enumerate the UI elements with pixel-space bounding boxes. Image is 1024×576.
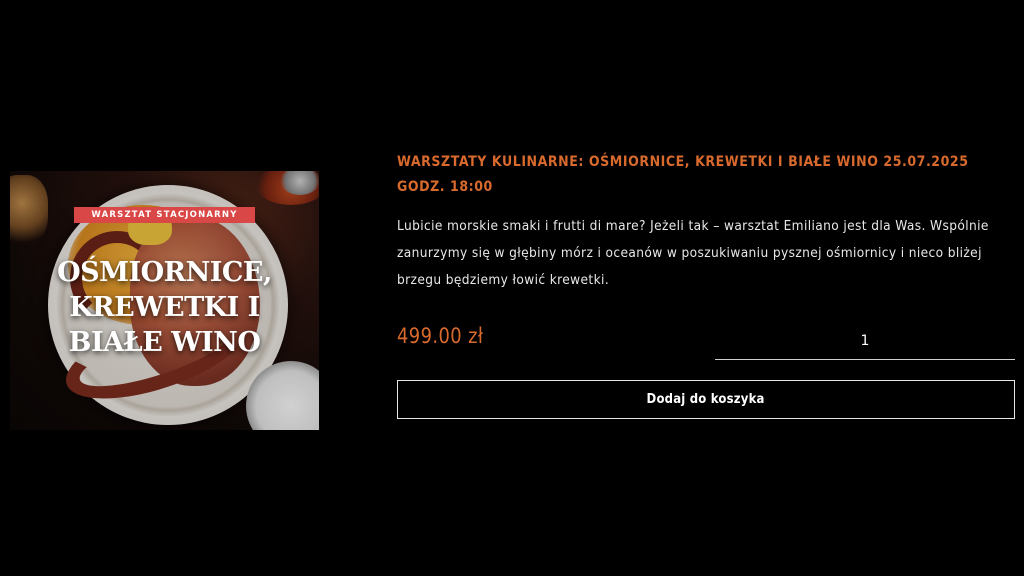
add-to-cart-label: Dodaj do koszyka: [646, 392, 766, 407]
product-description: Lubicie morskie smaki i frutti di mare? …: [397, 219, 989, 288]
product-price: 499.00 zł: [397, 324, 484, 348]
product-details: WARSZTATY KULINARNE: OŚMIORNICE, KREWETK…: [397, 150, 1015, 294]
quantity-input[interactable]: [715, 322, 1015, 360]
image-title-line: OŚMIORNICE,: [57, 257, 272, 288]
price-quantity-row: 499.00 zł: [397, 322, 1015, 362]
image-overlay-title: OŚMIORNICE, KREWETKI I BIAŁE WINO: [10, 255, 319, 360]
add-to-cart-button[interactable]: Dodaj do koszyka: [397, 380, 1015, 419]
image-title-line: KREWETKI I: [69, 292, 260, 323]
product-image[interactable]: WARSZTAT STACJONARNY OŚMIORNICE, KREWETK…: [10, 171, 319, 430]
image-title-line: BIAŁE WINO: [68, 327, 261, 358]
workshop-type-badge: WARSZTAT STACJONARNY: [74, 207, 255, 223]
product-page: WARSZTAT STACJONARNY OŚMIORNICE, KREWETK…: [0, 0, 1024, 576]
product-title: WARSZTATY KULINARNE: OŚMIORNICE, KREWETK…: [397, 154, 969, 195]
